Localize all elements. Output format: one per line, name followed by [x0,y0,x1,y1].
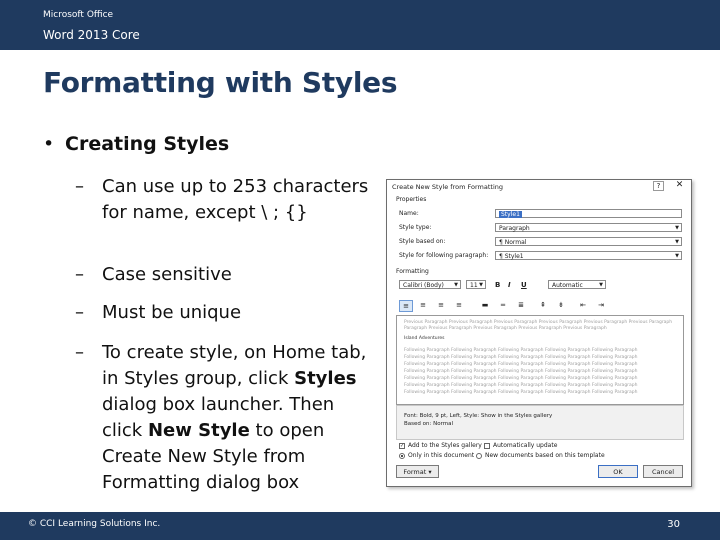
space-after-icon[interactable]: ⇟ [555,300,567,310]
checkbox-checked-icon: ✓ [399,442,405,449]
preview-following-text: Following Paragraph Following Paragraph … [404,376,638,381]
chevron-down-icon: ▼ [454,282,458,288]
style-type-label: Style type: [399,224,432,231]
style-description: Font: Bold, 9 pt, Left, Style: Show in t… [396,405,684,440]
page-number: 30 [667,519,680,530]
sub-bullet-text: Case sensitive [102,264,232,285]
align-left-icon[interactable]: ≡ [399,300,413,312]
format-button[interactable]: Format ▾ [396,465,439,478]
only-document-radio[interactable]: Only in this document [399,452,474,459]
sub-bullet-text: Must be unique [102,302,242,323]
header-bar: Microsoft Office Word 2013 Core [0,0,720,50]
create-style-dialog: Create New Style from Formatting ? ✕ Pro… [386,179,692,487]
footer-bar: © CCI Learning Solutions Inc. 30 [0,512,720,540]
space-before-icon[interactable]: ⇞ [537,300,549,310]
help-button[interactable]: ? [653,181,664,191]
sub-bullet-text: Can use up to 253 characters for name, e… [102,176,369,223]
cancel-button[interactable]: Cancel [643,465,683,478]
dash: – [75,302,84,323]
ok-button[interactable]: OK [598,465,638,478]
dash: – [75,264,84,285]
chevron-down-icon: ▼ [675,225,679,231]
bullet-text: Creating Styles [65,133,230,155]
close-icon[interactable]: ✕ [673,180,686,190]
chevron-down-icon: ▼ [479,282,483,288]
preview-following-text: Following Paragraph Following Paragraph … [404,369,638,374]
chevron-down-icon: ▼ [599,282,603,288]
font-size-select[interactable]: 11 ▼ [466,280,486,289]
preview-following-text: Following Paragraph Following Paragraph … [404,355,638,360]
dash: – [75,342,84,363]
chevron-down-icon: ▼ [675,239,679,245]
main-bullet: • Creating Styles [43,133,229,155]
description-line: Based on: Normal [404,421,453,427]
preview-sample-text: Island Adventures [404,336,445,341]
decrease-indent-icon[interactable]: ⇤ [577,300,589,310]
bold-button[interactable]: B [495,281,500,289]
auto-update-checkbox[interactable]: Automatically update [484,442,557,449]
following-label: Style for following paragraph: [399,252,489,259]
preview-following-text: Following Paragraph Following Paragraph … [404,390,638,395]
following-select[interactable]: ¶ Style1 ▼ [495,251,682,260]
checkbox-icon [484,442,490,449]
based-on-label: Style based on: [399,238,446,245]
italic-button[interactable]: I [508,281,511,289]
font-color-select[interactable]: Automatic ▼ [548,280,606,289]
chevron-down-icon: ▼ [675,253,679,259]
sub-bullet: – Must be unique [75,300,375,326]
style-type-select[interactable]: Paragraph ▼ [495,223,682,232]
add-gallery-checkbox[interactable]: ✓ Add to the Styles gallery [399,442,482,449]
name-label: Name: [399,210,419,217]
justify-icon[interactable]: ≡ [453,300,465,310]
single-spacing-icon[interactable]: ▬ [479,300,491,310]
align-right-icon[interactable]: ≡ [435,300,447,310]
double-spacing-icon[interactable]: ≣ [515,300,527,310]
preview-following-text: Following Paragraph Following Paragraph … [404,362,638,367]
sub-bullet: – To create style, on Home tab, in Style… [75,340,371,496]
header-product: Microsoft Office [43,10,114,20]
description-line: Font: Bold, 9 pt, Left, Style: Show in t… [404,413,553,419]
name-field[interactable]: Style1 [495,209,682,218]
font-select[interactable]: Calibri (Body) ▼ [399,280,461,289]
preview-previous-text: Paragraph Previous Paragraph Previous Pa… [404,326,607,331]
based-on-select[interactable]: ¶ Normal ▼ [495,237,682,246]
increase-indent-icon[interactable]: ⇥ [595,300,607,310]
align-center-icon[interactable]: ≡ [417,300,429,310]
dialog-title: Create New Style from Formatting [392,183,503,191]
radio-icon [476,452,482,459]
sub-bullet: – Case sensitive [75,262,375,288]
dash: – [75,176,84,197]
slide-title: Formatting with Styles [43,66,398,99]
formatting-heading: Formatting [396,268,429,275]
sub-bullet: – Can use up to 253 characters for name,… [75,174,375,226]
one-half-spacing-icon[interactable]: ═ [497,300,509,310]
preview-following-text: Following Paragraph Following Paragraph … [404,383,638,388]
bullet-dot: • [43,133,55,155]
preview-following-text: Following Paragraph Following Paragraph … [404,348,638,353]
copyright: © CCI Learning Solutions Inc. [28,519,161,529]
new-docs-radio[interactable]: New documents based on this template [476,452,605,459]
style-preview: Previous Paragraph Previous Paragraph Pr… [396,315,684,405]
sub-bullet-text: To create style, on Home tab, in Styles … [102,342,367,493]
underline-button[interactable]: U [521,281,527,289]
preview-previous-text: Previous Paragraph Previous Paragraph Pr… [404,320,673,325]
properties-heading: Properties [396,196,427,203]
header-course: Word 2013 Core [43,28,140,42]
radio-selected-icon [399,452,405,459]
